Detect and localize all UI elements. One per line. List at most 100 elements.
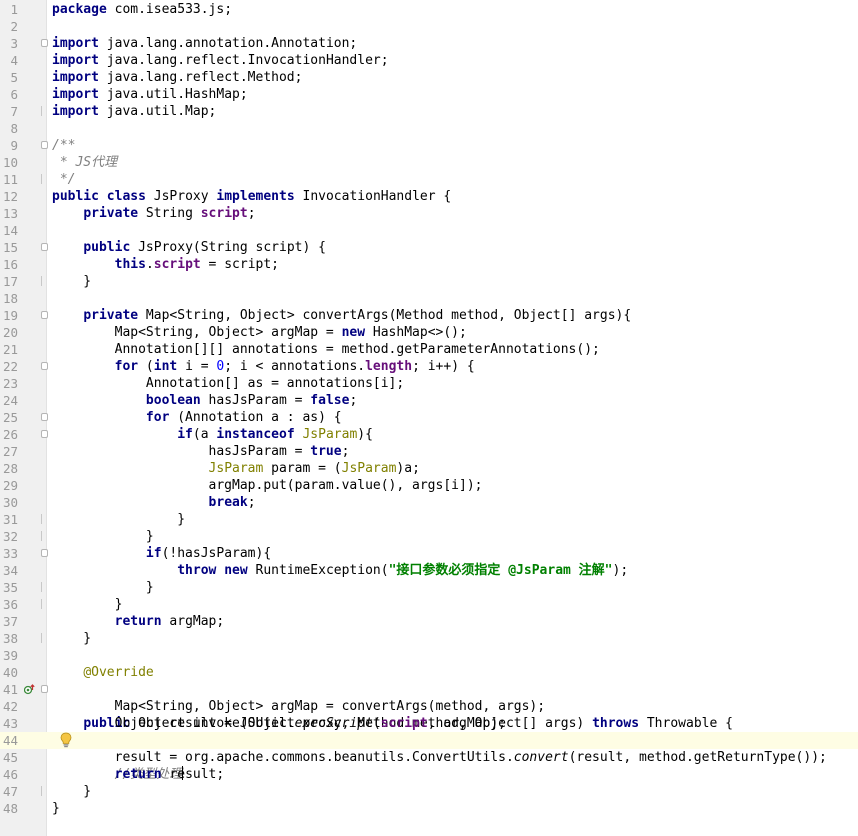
- fold-marker-icon[interactable]: [41, 243, 48, 251]
- code-line[interactable]: 19 private Map<String, Object> convertAr…: [0, 307, 858, 324]
- field: length: [365, 359, 413, 374]
- line-number: 19: [2, 308, 18, 323]
- code-line[interactable]: 14: [0, 222, 858, 239]
- code-line[interactable]: 9 /**: [0, 137, 858, 154]
- code-line[interactable]: 12 public class JsProxy implements Invoca…: [0, 188, 858, 205]
- keyword: int: [153, 359, 178, 374]
- code-text: Map<String, Object> argMap =: [52, 325, 342, 340]
- code-line[interactable]: 26 if(a instanceof JsParam){: [0, 426, 858, 443]
- keyword: import: [52, 104, 99, 119]
- code-line[interactable]: 2: [0, 18, 858, 35]
- code-line[interactable]: 27 hasJsParam = true;: [0, 443, 858, 460]
- code-line[interactable]: 22 for (int i = 0; i < annotations.lengt…: [0, 358, 858, 375]
- code-line[interactable]: 15 public JsProxy(String script) {: [0, 239, 858, 256]
- code-line[interactable]: 36 }: [0, 596, 858, 613]
- code-line[interactable]: 23 Annotation[] as = annotations[i];: [0, 375, 858, 392]
- code-line[interactable]: 41 public Object invoke(Object proxy, Me…: [0, 681, 858, 731]
- override-method-icon[interactable]: [24, 684, 35, 695]
- code-line[interactable]: 38 }: [0, 630, 858, 647]
- code-text: }: [52, 801, 60, 816]
- code-line[interactable]: 31 }: [0, 511, 858, 528]
- code-line[interactable]: 28 JsParam param = (JsParam)a;: [0, 460, 858, 477]
- keyword: break: [208, 495, 248, 510]
- line-number: 35: [2, 580, 18, 595]
- lightbulb-intention-icon[interactable]: [60, 732, 72, 748]
- code-line[interactable]: 33 if(!hasJsParam){: [0, 545, 858, 562]
- code-text: result;: [161, 767, 225, 782]
- fold-end-icon: [41, 633, 49, 643]
- code-text: ){: [357, 427, 373, 442]
- code-line[interactable]: 42 Map<String, Object> argMap = convertA…: [0, 698, 858, 715]
- code-text: param = (: [263, 461, 342, 476]
- fold-marker-icon[interactable]: [41, 141, 48, 149]
- keyword: private: [83, 206, 139, 221]
- line-number: 44: [2, 733, 18, 748]
- code-line[interactable]: 20 Map<String, Object> argMap = new Hash…: [0, 324, 858, 341]
- code-line[interactable]: 29 argMap.put(param.value(), args[i]);: [0, 477, 858, 494]
- code-line[interactable]: 30 break;: [0, 494, 858, 511]
- line-number: 4: [10, 53, 18, 68]
- code-text: )a;: [396, 461, 420, 476]
- code-line[interactable]: 17 }: [0, 273, 858, 290]
- code-line[interactable]: 5 import java.lang.reflect.Method;: [0, 69, 858, 86]
- code-line[interactable]: 10 * JS代理: [0, 154, 858, 171]
- keyword: implements: [216, 189, 295, 204]
- code-line[interactable]: 16 this.script = script;: [0, 256, 858, 273]
- keyword: for: [114, 359, 139, 374]
- code-text: JsProxy(String script) {: [130, 240, 326, 255]
- fold-end-icon: [41, 174, 49, 184]
- fold-marker-icon[interactable]: [41, 311, 48, 319]
- code-line[interactable]: 4 import java.lang.reflect.InvocationHand…: [0, 52, 858, 69]
- line-number: 2: [10, 19, 18, 34]
- code-line[interactable]: 13 private String script;: [0, 205, 858, 222]
- code-text: (: [372, 716, 381, 731]
- code-line[interactable]: 48}: [0, 800, 858, 817]
- code-line[interactable]: 11 */: [0, 171, 858, 188]
- line-number: 12: [2, 189, 18, 204]
- code-line[interactable]: 43 Object result = JSUtil.execScript(scr…: [0, 715, 858, 732]
- fold-marker-icon[interactable]: [41, 39, 48, 47]
- code-line[interactable]: 25 for (Annotation a : as) {: [0, 409, 858, 426]
- line-number: 10: [2, 155, 18, 170]
- line-number: 43: [2, 716, 18, 731]
- code-line[interactable]: 40 @Override: [0, 664, 858, 681]
- line-number: 29: [2, 478, 18, 493]
- fold-marker-icon[interactable]: [41, 413, 48, 421]
- code-line[interactable]: 39: [0, 647, 858, 664]
- code-editor[interactable]: 1 package com.isea533.js; 2 3 import java.…: [0, 0, 858, 836]
- code-line[interactable]: 24 boolean hasJsParam = false;: [0, 392, 858, 409]
- current-code-line[interactable]: 44 //类型处理: [0, 732, 858, 782]
- code-line[interactable]: 34 throw new RuntimeException("接口参数必须指定 …: [0, 562, 858, 579]
- annotation: @Override: [83, 665, 154, 680]
- code-line[interactable]: 7 import java.util.Map;: [0, 103, 858, 120]
- code-text: (!hasJsParam){: [161, 546, 272, 561]
- field: script: [200, 206, 248, 221]
- line-number: 15: [2, 240, 18, 255]
- code-line[interactable]: 6 import java.util.HashMap;: [0, 86, 858, 103]
- code-line[interactable]: 1 package com.isea533.js;: [0, 1, 858, 18]
- code-line[interactable]: 47 }: [0, 783, 858, 800]
- line-number: 40: [2, 665, 18, 680]
- fold-marker-icon[interactable]: [41, 685, 48, 693]
- line-number: 41: [2, 682, 18, 697]
- code-line[interactable]: 45 result = org.apache.commons.beanutils…: [0, 749, 858, 766]
- fold-marker-icon[interactable]: [41, 430, 48, 438]
- code-text: Annotation[] as = annotations[i];: [52, 376, 405, 391]
- keyword: false: [310, 393, 350, 408]
- annotation-ref: JsParam: [208, 461, 264, 476]
- fold-marker-icon[interactable]: [41, 549, 48, 557]
- fold-marker-icon[interactable]: [41, 362, 48, 370]
- line-number: 24: [2, 393, 18, 408]
- code-line[interactable]: 35 }: [0, 579, 858, 596]
- code-line[interactable]: 8: [0, 120, 858, 137]
- code-line[interactable]: 21 Annotation[][] annotations = method.g…: [0, 341, 858, 358]
- code-line[interactable]: 3 import java.lang.annotation.Annotation;: [0, 35, 858, 52]
- code-line[interactable]: 32 }: [0, 528, 858, 545]
- code-line[interactable]: 46 return result;: [0, 766, 858, 783]
- code-line[interactable]: 18: [0, 290, 858, 307]
- code-line[interactable]: 37 return argMap;: [0, 613, 858, 630]
- code-text: argMap.put(param.value(), args[i]);: [52, 478, 483, 493]
